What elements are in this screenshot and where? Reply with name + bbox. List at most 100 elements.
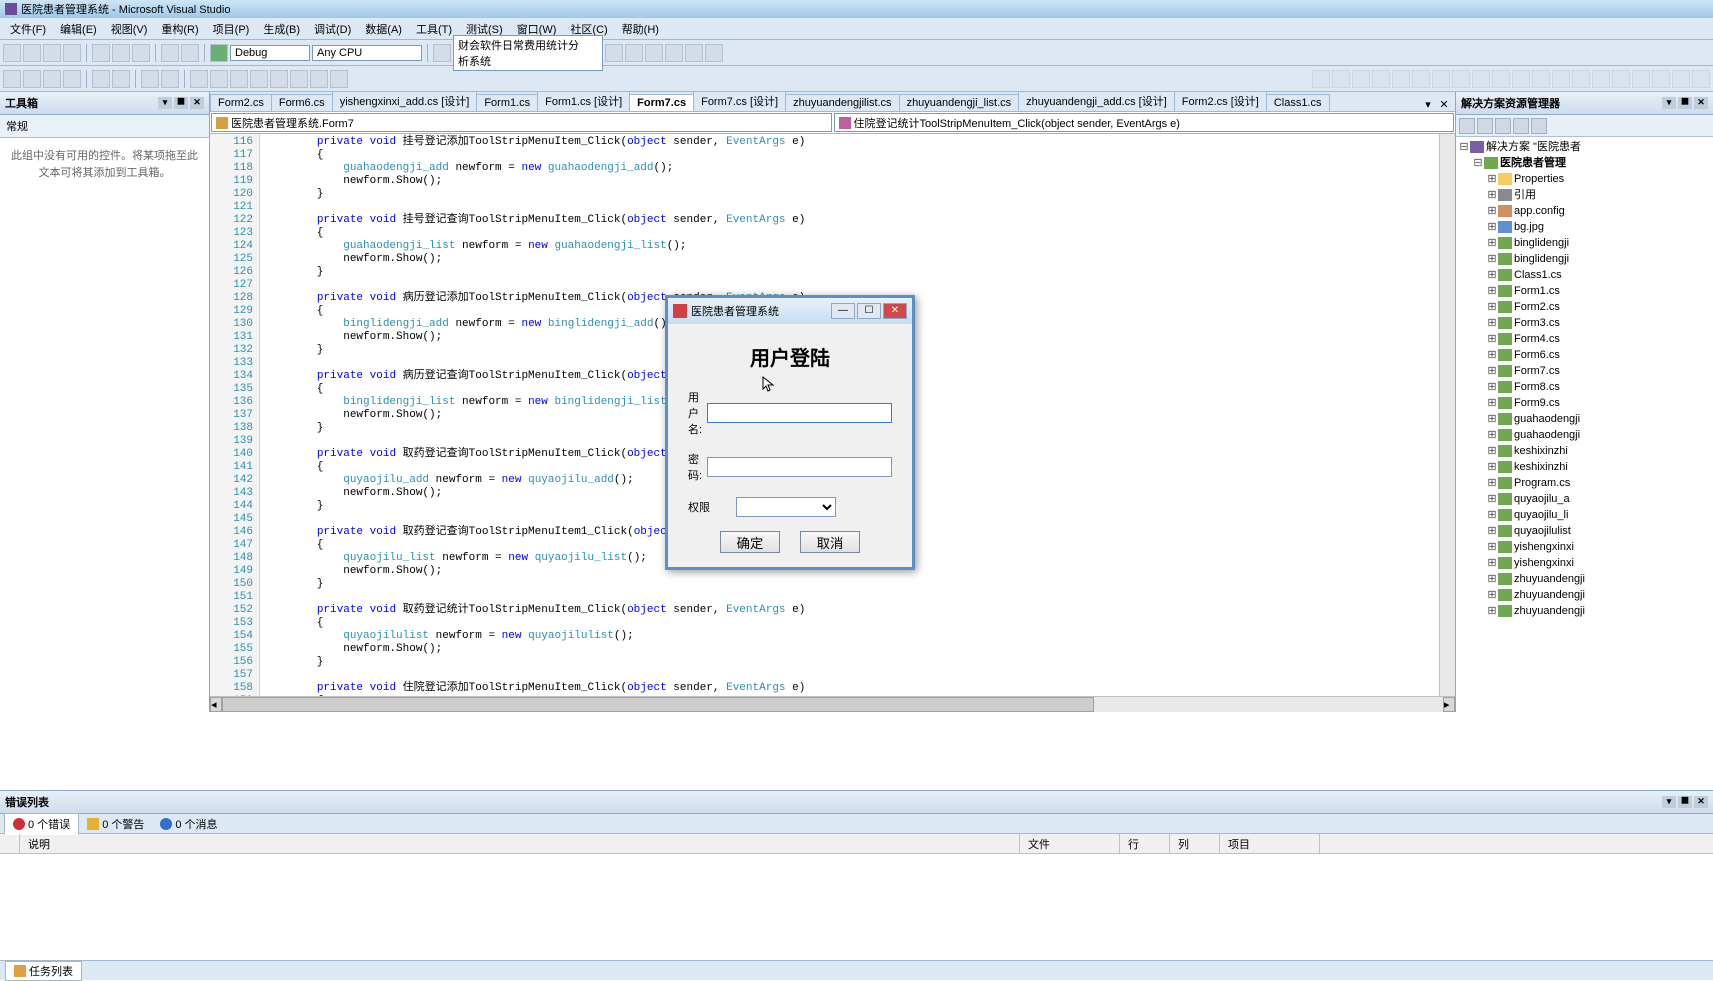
tb2-11[interactable] xyxy=(230,70,248,88)
ok-button[interactable]: 确定 xyxy=(720,531,780,553)
tb2-1[interactable] xyxy=(3,70,21,88)
layout-btn-5[interactable] xyxy=(1392,70,1410,88)
tree-node[interactable]: ⊞app.config xyxy=(1458,203,1711,219)
tree-node[interactable]: ⊞Form9.cs xyxy=(1458,395,1711,411)
tb-misc-5[interactable] xyxy=(685,44,703,62)
error-col-header[interactable] xyxy=(0,834,20,853)
tb-misc-3[interactable] xyxy=(645,44,663,62)
solution-pin-icon[interactable]: ⯀ xyxy=(1678,97,1692,109)
indent-less-button[interactable] xyxy=(92,70,110,88)
tree-node[interactable]: ⊞引用 xyxy=(1458,187,1711,203)
layout-btn-12[interactable] xyxy=(1532,70,1550,88)
tab-close-icon[interactable]: ✕ xyxy=(1437,98,1451,111)
messages-tab[interactable]: 0 个消息 xyxy=(152,814,225,834)
warnings-tab[interactable]: 0 个警告 xyxy=(79,814,152,834)
password-input[interactable] xyxy=(707,457,892,477)
task-list-tab[interactable]: 任务列表 xyxy=(5,961,82,981)
horizontal-scrollbar[interactable]: ◂▸ xyxy=(210,696,1455,712)
toolbox-category[interactable]: 常规 xyxy=(0,115,209,138)
method-dropdown[interactable]: 住院登记统计ToolStripMenuItem_Click(object sen… xyxy=(834,113,1455,132)
tb-misc-2[interactable] xyxy=(625,44,643,62)
menu-item[interactable]: 编辑(E) xyxy=(53,19,104,39)
tree-node[interactable]: ⊞Form6.cs xyxy=(1458,347,1711,363)
menu-item[interactable]: 帮助(H) xyxy=(615,19,666,39)
sol-tb-5[interactable] xyxy=(1531,118,1547,134)
menu-item[interactable]: 数据(A) xyxy=(358,19,409,39)
menu-item[interactable]: 重构(R) xyxy=(154,19,205,39)
username-input[interactable] xyxy=(707,403,892,423)
tb2-10[interactable] xyxy=(210,70,228,88)
tree-node[interactable]: ⊞Form7.cs xyxy=(1458,363,1711,379)
layout-btn-8[interactable] xyxy=(1452,70,1470,88)
tree-node[interactable]: ⊞yishengxinxi xyxy=(1458,555,1711,571)
find-button[interactable] xyxy=(433,44,451,62)
layout-btn-16[interactable] xyxy=(1612,70,1630,88)
class-dropdown[interactable]: 医院患者管理系统.Form7 xyxy=(211,113,832,132)
layout-btn-14[interactable] xyxy=(1572,70,1590,88)
solution-close-icon[interactable]: ✕ xyxy=(1694,97,1708,109)
doc-tab[interactable]: yishengxinxi_add.cs [设计] xyxy=(332,92,478,111)
save-button[interactable] xyxy=(43,44,61,62)
tb2-14[interactable] xyxy=(290,70,308,88)
layout-btn-1[interactable] xyxy=(1312,70,1330,88)
layout-btn-15[interactable] xyxy=(1592,70,1610,88)
dialog-minimize-button[interactable]: — xyxy=(831,303,855,319)
layout-btn-10[interactable] xyxy=(1492,70,1510,88)
solution-tree[interactable]: ⊟解决方案 "医院患者⊟医院患者管理⊞Properties⊞引用⊞app.con… xyxy=(1456,137,1713,712)
tree-node[interactable]: ⊞Form3.cs xyxy=(1458,315,1711,331)
doc-tab[interactable]: Form6.cs xyxy=(271,94,333,111)
uncomment-button[interactable] xyxy=(161,70,179,88)
toolbox-pin-icon[interactable]: ⯀ xyxy=(174,97,188,109)
tree-node[interactable]: ⊞zhuyuandengji xyxy=(1458,587,1711,603)
tb-misc-6[interactable] xyxy=(705,44,723,62)
doc-tab[interactable]: Class1.cs xyxy=(1266,94,1330,111)
tb2-16[interactable] xyxy=(330,70,348,88)
tree-node[interactable]: ⊞quyaojilulist xyxy=(1458,523,1711,539)
error-col-header[interactable]: 说明 xyxy=(20,834,1020,853)
tree-node[interactable]: ⊞keshixinzhi xyxy=(1458,443,1711,459)
layout-btn-4[interactable] xyxy=(1372,70,1390,88)
toolbox-close-icon[interactable]: ✕ xyxy=(190,97,204,109)
layout-btn-18[interactable] xyxy=(1652,70,1670,88)
menu-item[interactable]: 调试(D) xyxy=(307,19,358,39)
tb2-12[interactable] xyxy=(250,70,268,88)
tree-project-node[interactable]: ⊟医院患者管理 xyxy=(1458,155,1711,171)
toolbox-dropdown-icon[interactable]: ▾ xyxy=(158,97,172,109)
tree-node[interactable]: ⊞zhuyuandengji xyxy=(1458,603,1711,619)
doc-tab[interactable]: Form1.cs [设计] xyxy=(537,92,630,111)
tb2-2[interactable] xyxy=(23,70,41,88)
new-project-button[interactable] xyxy=(3,44,21,62)
doc-tab[interactable]: Form2.cs [设计] xyxy=(1174,92,1267,111)
tree-node[interactable]: ⊞Form2.cs xyxy=(1458,299,1711,315)
paste-button[interactable] xyxy=(132,44,150,62)
error-col-header[interactable]: 列 xyxy=(1170,834,1220,853)
tree-node[interactable]: ⊞Form8.cs xyxy=(1458,379,1711,395)
tree-node[interactable]: ⊞Program.cs xyxy=(1458,475,1711,491)
tb2-3[interactable] xyxy=(43,70,61,88)
tree-node[interactable]: ⊞zhuyuandengji xyxy=(1458,571,1711,587)
redo-button[interactable] xyxy=(181,44,199,62)
tree-node[interactable]: ⊞keshixinzhi xyxy=(1458,459,1711,475)
save-all-button[interactable] xyxy=(63,44,81,62)
layout-btn-3[interactable] xyxy=(1352,70,1370,88)
start-debug-button[interactable] xyxy=(210,44,228,62)
tree-node[interactable]: ⊞Properties xyxy=(1458,171,1711,187)
menu-item[interactable]: 生成(B) xyxy=(256,19,307,39)
doc-tab[interactable]: zhuyuandengji_add.cs [设计] xyxy=(1018,92,1175,111)
tree-node[interactable]: ⊞bg.jpg xyxy=(1458,219,1711,235)
tb-misc-1[interactable] xyxy=(605,44,623,62)
cut-button[interactable] xyxy=(92,44,110,62)
error-col-header[interactable]: 行 xyxy=(1120,834,1170,853)
tb2-9[interactable] xyxy=(190,70,208,88)
project-dropdown[interactable]: 财会软件日常费用统计分析系统 xyxy=(453,35,603,71)
dialog-close-button[interactable]: ✕ xyxy=(883,303,907,319)
open-button[interactable] xyxy=(23,44,41,62)
errorlist-dropdown-icon[interactable]: ▾ xyxy=(1662,796,1676,808)
tree-node[interactable]: ⊞guahaodengji xyxy=(1458,411,1711,427)
sol-tb-properties[interactable] xyxy=(1459,118,1475,134)
tb2-13[interactable] xyxy=(270,70,288,88)
doc-tab[interactable]: Form2.cs xyxy=(210,94,272,111)
layout-btn-9[interactable] xyxy=(1472,70,1490,88)
tree-node[interactable]: ⊞quyaojilu_a xyxy=(1458,491,1711,507)
cancel-button[interactable]: 取消 xyxy=(800,531,860,553)
